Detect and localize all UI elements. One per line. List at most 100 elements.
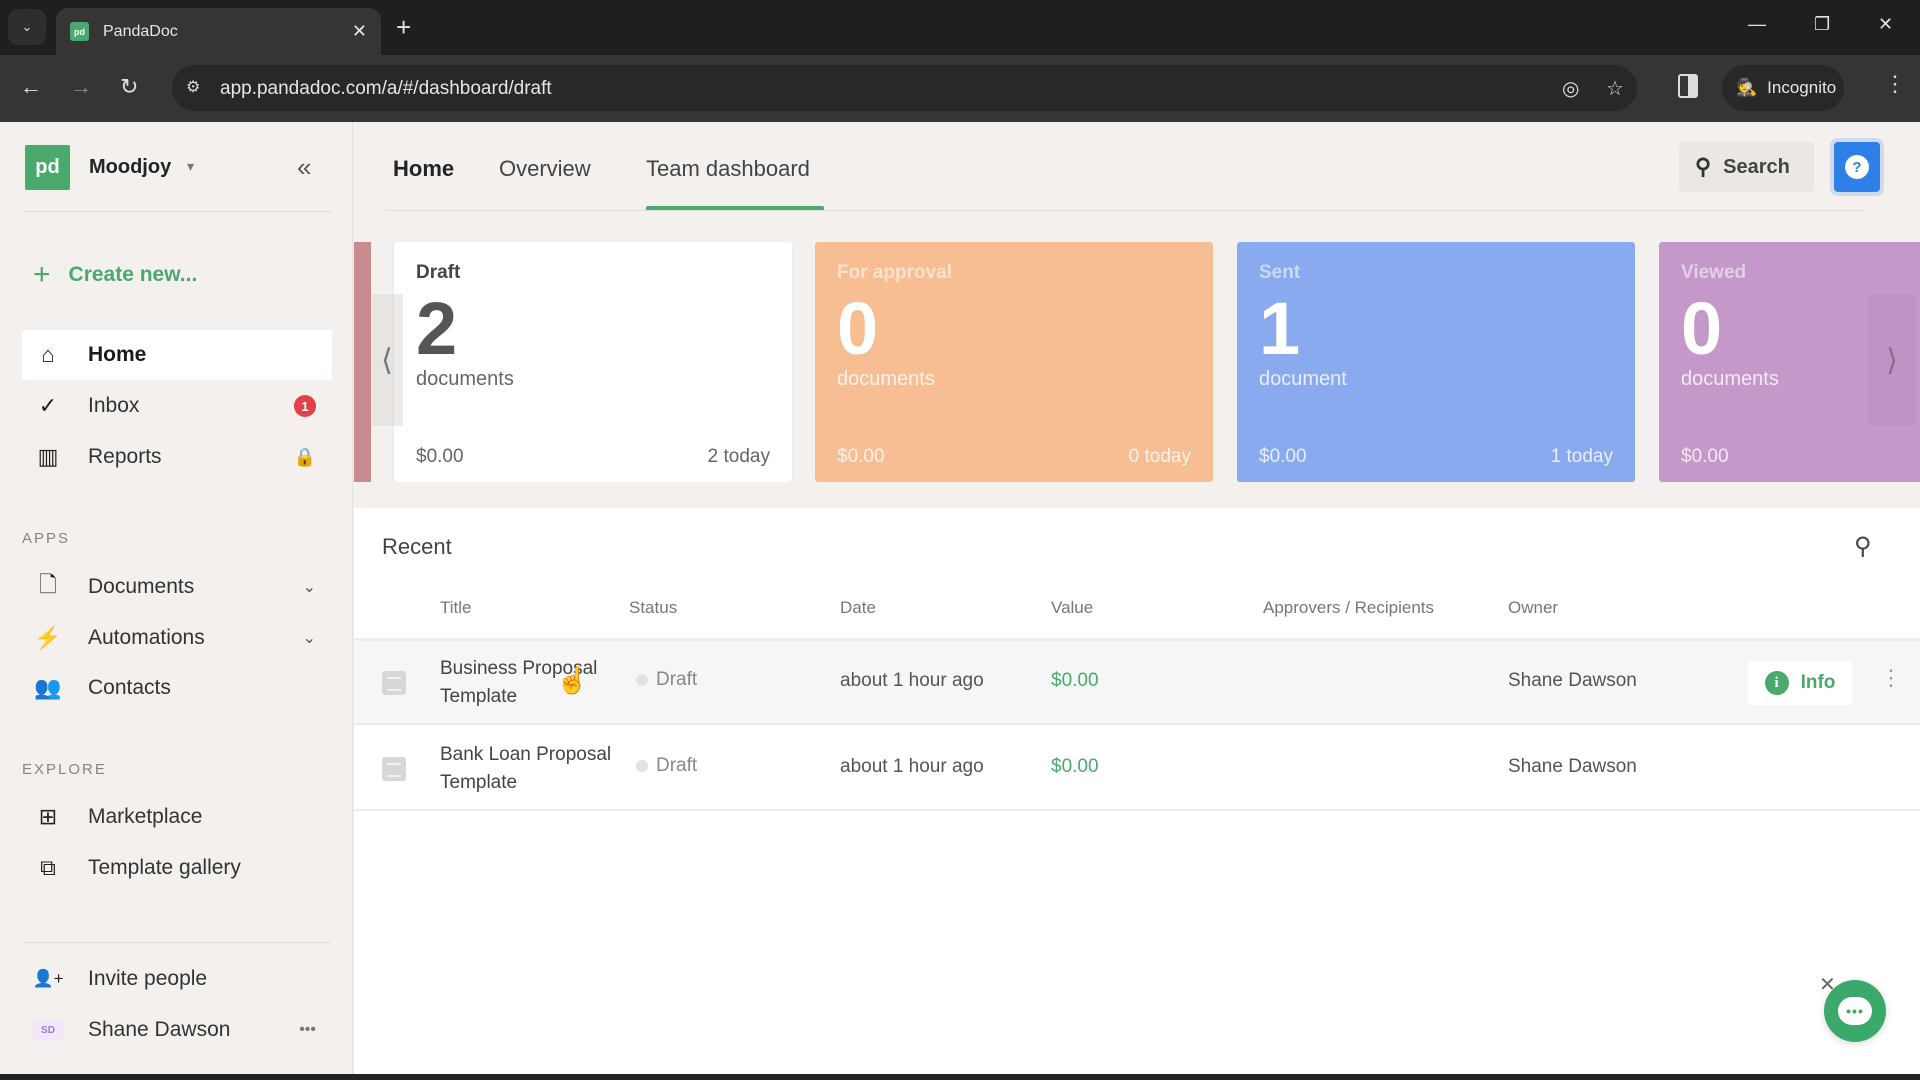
contacts-icon: 👥 (34, 675, 62, 700)
card-label: Viewed (1681, 262, 1747, 283)
card-label: Draft (416, 262, 461, 283)
card-draft[interactable]: Draft 2 documents $0.00 2 today (394, 242, 792, 482)
card-for-approval[interactable]: For approval 0 documents $0.00 0 today (815, 242, 1213, 482)
more-icon[interactable]: ••• (299, 1021, 316, 1039)
search-icon: ⚲ (1695, 154, 1712, 179)
document-owner: Shane Dawson (1508, 670, 1637, 691)
sidebar-item-label: Inbox (88, 394, 140, 417)
pandadoc-logo[interactable]: pd (25, 145, 70, 190)
document-title[interactable]: Business Proposal Template (440, 655, 620, 711)
new-tab-button[interactable]: + (396, 12, 411, 43)
sidebar-item-template-gallery[interactable]: ⧉ Template gallery (22, 843, 332, 893)
tab-search-dropdown[interactable]: ⌄ (8, 9, 46, 45)
column-header-status[interactable]: Status (629, 598, 677, 618)
reload-icon[interactable]: ↻ (120, 74, 138, 100)
card-label: For approval (837, 262, 953, 283)
sidebar-item-label: Documents (88, 575, 195, 598)
sidebar-item-reports[interactable]: ▥ Reports 🔒 (22, 432, 332, 482)
column-header-recipients[interactable]: Approvers / Recipients (1263, 598, 1434, 618)
document-date: about 1 hour ago (840, 670, 984, 691)
chevron-down-icon[interactable]: ⌄ (303, 628, 316, 648)
tab-overview[interactable]: Overview (499, 156, 591, 182)
restore-icon[interactable]: ❐ (1814, 14, 1830, 35)
sidebar-item-automations[interactable]: ⚡ Automations ⌄ (22, 613, 332, 663)
eye-off-icon[interactable]: ◎ (1562, 76, 1579, 101)
back-icon[interactable]: ← (20, 74, 42, 100)
hand-cursor-icon: ☝ (556, 665, 589, 695)
card-value: $0.00 (416, 446, 464, 467)
card-value: $0.00 (837, 446, 885, 467)
recent-documents-panel: Recent ⚲ Title Status Date Value Approve… (354, 508, 1920, 1080)
carousel-next-button[interactable]: ⟩ (1868, 294, 1916, 426)
collapse-sidebar-icon[interactable]: « (297, 152, 312, 183)
sidebar-item-documents[interactable]: 🗋 Documents ⌄ (22, 562, 332, 612)
document-title[interactable]: Bank Loan Proposal Template (440, 741, 620, 797)
caret-down-icon[interactable]: ▾ (187, 158, 194, 175)
bookmark-star-icon[interactable]: ☆ (1606, 76, 1624, 101)
column-header-value[interactable]: Value (1051, 598, 1093, 618)
tab-title: PandaDoc (103, 22, 178, 40)
card-sent[interactable]: Sent 1 document $0.00 1 today (1237, 242, 1635, 482)
chevron-down-icon[interactable]: ⌄ (303, 577, 316, 597)
search-button[interactable]: ⚲ Search (1679, 142, 1814, 192)
side-panel-icon[interactable] (1678, 74, 1698, 98)
user-profile[interactable]: SD Shane Dawson ••• (22, 1005, 332, 1055)
sidebar-item-label: Home (88, 343, 147, 366)
site-settings-icon[interactable]: ⚙ (186, 77, 200, 97)
sidebar-item-inbox[interactable]: ✓ Inbox 1 (22, 381, 332, 431)
browser-tab[interactable]: pd PandaDoc ✕ (56, 8, 381, 55)
add-user-icon: 👤+ (32, 969, 64, 988)
document-icon (382, 757, 406, 781)
column-header-title[interactable]: Title (440, 598, 472, 618)
create-new-button[interactable]: + Create new... (33, 258, 197, 292)
invite-people-label: Invite people (88, 967, 208, 990)
workspace-name[interactable]: Moodjoy (89, 156, 171, 179)
chevron-right-icon: ⟩ (1886, 343, 1898, 377)
forward-icon[interactable]: → (70, 74, 92, 100)
column-header-date[interactable]: Date (840, 598, 876, 618)
taskbar (0, 1074, 1920, 1080)
invite-people-button[interactable]: 👤+ Invite people (22, 954, 332, 1004)
document-icon (382, 671, 406, 695)
card-label: Sent (1259, 262, 1301, 283)
chevron-left-icon: ⟨ (381, 343, 393, 377)
card-unit: document (1259, 368, 1347, 390)
create-new-label: Create new... (68, 263, 198, 286)
inbox-count-badge: 1 (294, 395, 316, 417)
apps-section-label: APPS (22, 530, 71, 547)
sidebar-item-label: Contacts (88, 676, 171, 699)
address-bar[interactable]: ⚙ app.pandadoc.com/a/#/dashboard/draft ◎… (172, 65, 1637, 111)
tab-team-dashboard[interactable]: Team dashboard (646, 156, 810, 182)
close-tab-icon[interactable]: ✕ (352, 21, 367, 42)
chat-button[interactable]: ••• (1824, 980, 1886, 1042)
card-value: $0.00 (1681, 446, 1729, 467)
row-more-icon[interactable]: ⋮ (1880, 665, 1902, 691)
sidebar-item-label: Template gallery (88, 856, 241, 879)
url-text[interactable]: app.pandadoc.com/a/#/dashboard/draft (220, 78, 552, 100)
help-button[interactable]: ? (1834, 142, 1880, 192)
sidebar-item-marketplace[interactable]: ⊞ Marketplace (22, 792, 332, 842)
search-icon[interactable]: ⚲ (1854, 532, 1872, 561)
tab-home[interactable]: Home (393, 156, 454, 182)
sidebar-item-label: Reports (88, 445, 162, 468)
incognito-badge[interactable]: 🕵 Incognito (1722, 65, 1844, 111)
sidebar-item-contacts[interactable]: 👥 Contacts (22, 663, 332, 713)
window-close-icon[interactable]: ✕ (1878, 14, 1893, 35)
minimize-icon[interactable]: — (1748, 14, 1766, 35)
table-row[interactable]: Bank Loan Proposal Template Draft about … (354, 727, 1920, 811)
table-row[interactable]: Business Proposal Template Draft about 1… (354, 641, 1920, 725)
card-unit: documents (416, 368, 514, 390)
column-header-owner[interactable]: Owner (1508, 598, 1558, 618)
info-button[interactable]: i Info (1748, 661, 1852, 705)
document-icon: 🗋 (39, 572, 57, 597)
incognito-icon: 🕵 (1736, 78, 1758, 97)
card-count: 0 (837, 287, 879, 370)
browser-menu-icon[interactable]: ⋮ (1884, 71, 1906, 97)
card-today: 0 today (1128, 446, 1191, 467)
sidebar-item-home[interactable]: ⌂ Home (22, 330, 332, 380)
template-gallery-icon: ⧉ (40, 855, 56, 880)
document-value: $0.00 (1051, 756, 1099, 777)
home-icon: ⌂ (41, 342, 55, 367)
card-count: 1 (1259, 287, 1301, 370)
carousel-prev-button[interactable]: ⟨ (371, 294, 403, 426)
